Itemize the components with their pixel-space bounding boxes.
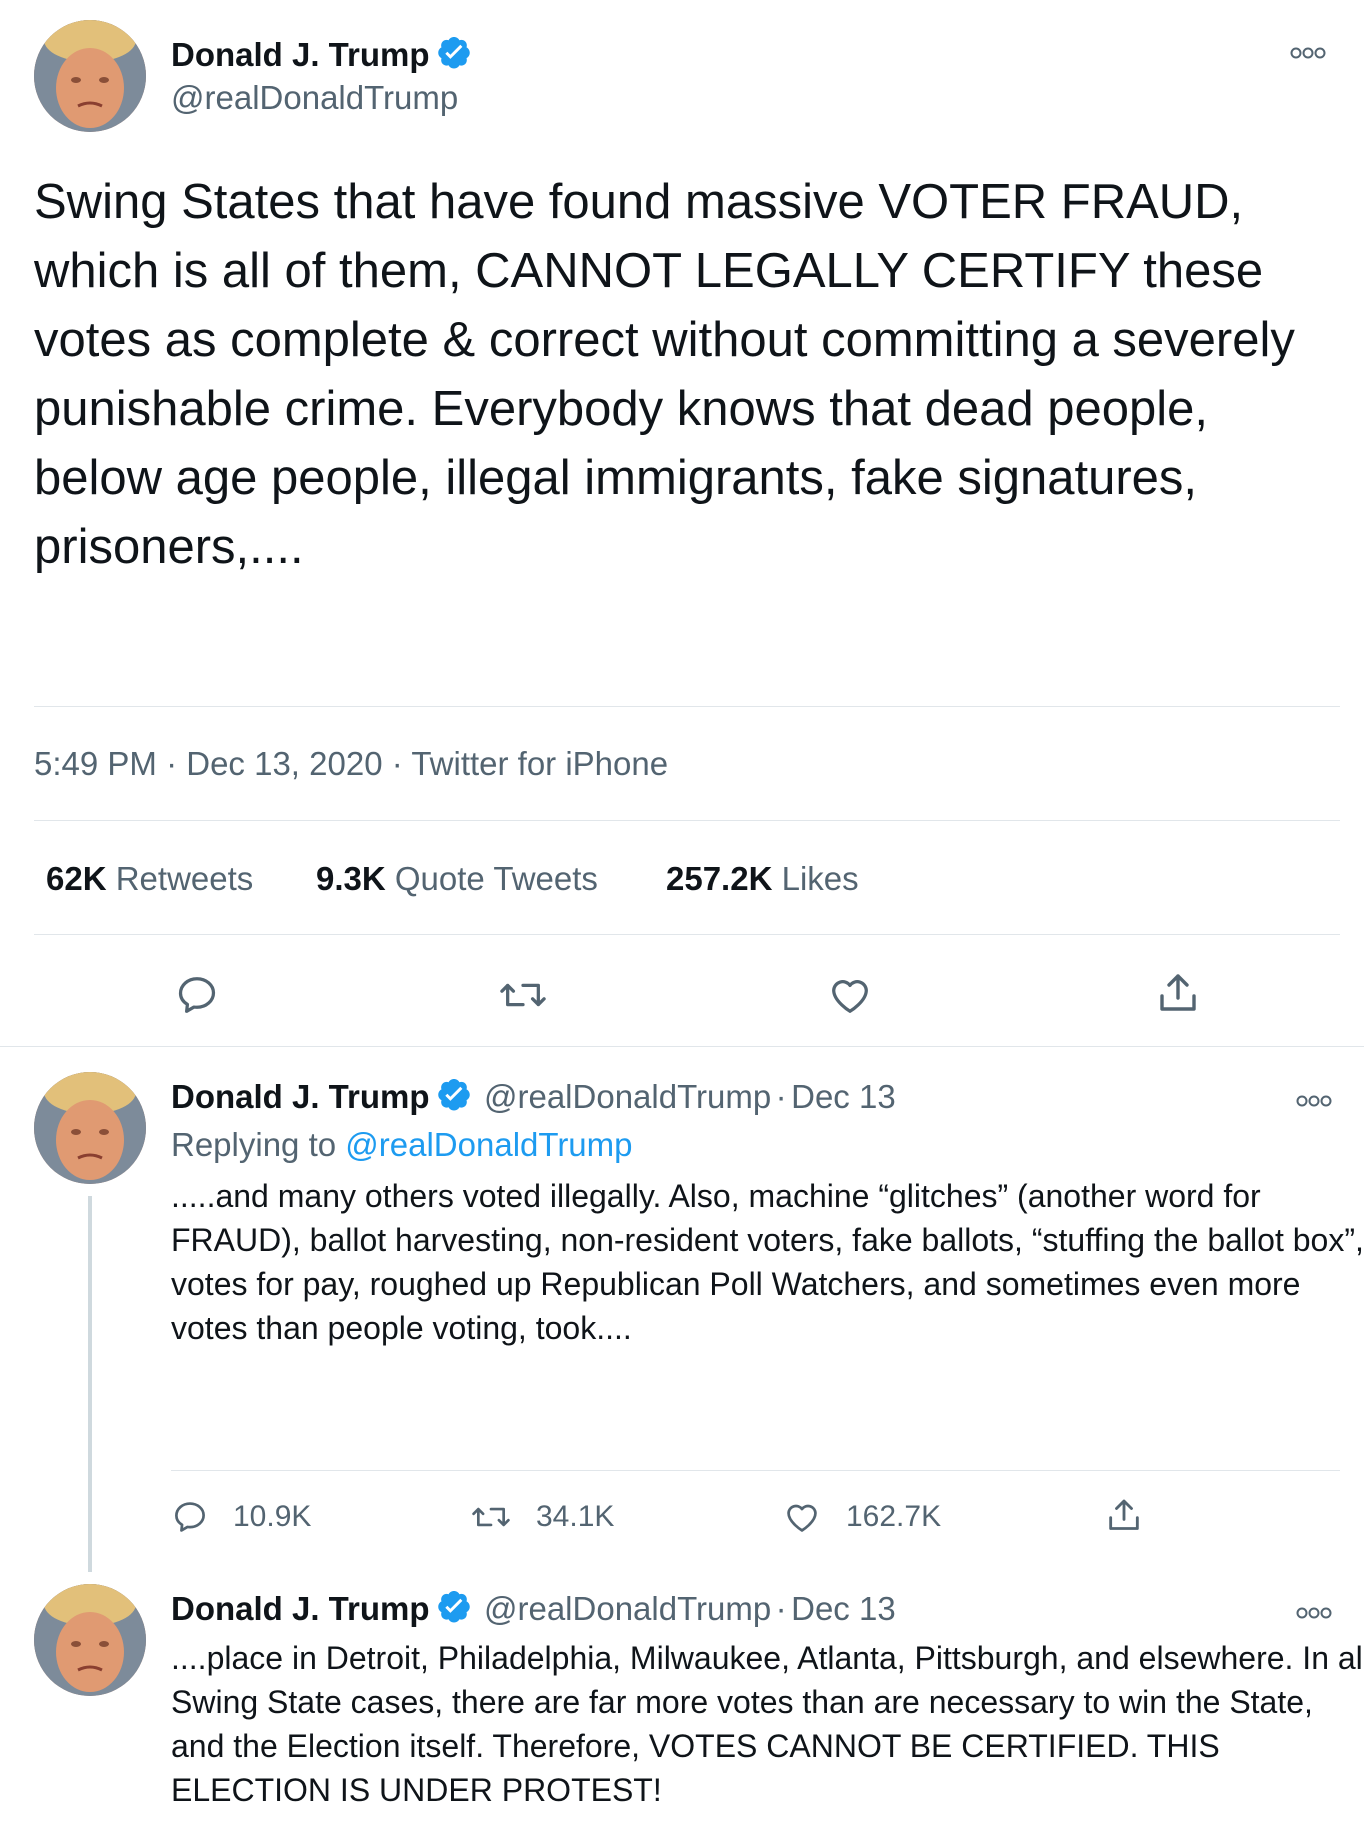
author-name[interactable]: Donald J. Trump — [171, 1078, 430, 1115]
like-count: 162.7K — [846, 1500, 942, 1533]
avatar-image — [34, 1584, 146, 1696]
divider — [0, 1046, 1364, 1047]
verified-badge-icon — [436, 1588, 472, 1629]
retweet-button[interactable]: 34.1K — [470, 1498, 614, 1536]
tweet-metadata: 5:49 PM · Dec 13, 2020 · Twitter for iPh… — [34, 745, 668, 783]
more-icon[interactable] — [1296, 1088, 1332, 1114]
divider — [171, 1470, 1340, 1471]
avatar[interactable] — [34, 1584, 146, 1696]
separator: · — [391, 745, 403, 782]
author-name[interactable]: Donald J. Trump — [171, 34, 472, 78]
tweet-date[interactable]: Dec 13 — [791, 1078, 896, 1115]
likes-count[interactable]: 257.2K Likes — [666, 860, 859, 898]
divider — [34, 934, 1340, 935]
tweet-time[interactable]: 5:49 PM — [34, 745, 157, 782]
quote-tweets-count[interactable]: 9.3K Quote Tweets — [316, 860, 598, 898]
share-button[interactable] — [1154, 970, 1202, 1023]
separator: · — [775, 1078, 787, 1115]
reply-button[interactable] — [174, 972, 220, 1023]
tweet-date[interactable]: Dec 13 — [791, 1590, 896, 1627]
divider — [34, 820, 1340, 821]
like-button[interactable] — [826, 972, 874, 1023]
thread-line — [88, 1196, 92, 1572]
author-handle[interactable]: @realDonaldTrump — [484, 1078, 771, 1115]
replying-to-link[interactable]: @realDonaldTrump — [345, 1126, 632, 1163]
share-button[interactable] — [1104, 1496, 1168, 1536]
share-icon — [1109, 1499, 1139, 1530]
retweets-count[interactable]: 62K Retweets — [46, 860, 253, 898]
retweet-button[interactable] — [498, 972, 548, 1023]
separator: · — [775, 1590, 787, 1627]
tweet-text: ....place in Detroit, Philadelphia, Milw… — [171, 1640, 1364, 1808]
verified-badge-icon — [436, 34, 472, 78]
avatar[interactable] — [34, 1072, 146, 1184]
reply-header: Donald J. Trump @realDonaldTrump · Dec 1… — [171, 1076, 896, 1117]
tweet-text: Swing States that have found massive VOT… — [34, 175, 1295, 574]
replying-to: Replying to @realDonaldTrump — [171, 1126, 633, 1163]
avatar-image — [34, 1072, 146, 1184]
tweet-text: .....and many others voted illegally. Al… — [171, 1178, 1364, 1346]
divider — [34, 706, 1340, 707]
more-icon[interactable] — [1296, 1600, 1332, 1626]
author-handle[interactable]: @realDonaldTrump — [484, 1590, 771, 1627]
tweet-date[interactable]: Dec 13, 2020 — [186, 745, 382, 782]
reply-header: Donald J. Trump @realDonaldTrump · Dec 1… — [171, 1588, 896, 1629]
reply-icon — [178, 977, 216, 1013]
retweet-count: 34.1K — [536, 1500, 615, 1533]
reply-button[interactable]: 10.9K — [171, 1498, 311, 1536]
reply-count: 10.9K — [233, 1500, 312, 1533]
author-handle[interactable]: @realDonaldTrump — [171, 79, 458, 117]
reply-icon — [175, 1502, 205, 1532]
heart-icon — [787, 1504, 817, 1532]
more-icon[interactable] — [1290, 40, 1326, 66]
heart-icon — [832, 980, 868, 1013]
retweet-icon — [472, 1507, 510, 1527]
author-name[interactable]: Donald J. Trump — [171, 1590, 430, 1627]
avatar[interactable] — [34, 20, 146, 132]
tweet-source[interactable]: Twitter for iPhone — [411, 745, 668, 782]
share-icon — [1160, 974, 1196, 1011]
verified-badge-icon — [436, 1076, 472, 1117]
retweet-icon — [500, 983, 546, 1007]
avatar-image — [34, 20, 146, 132]
separator: · — [166, 745, 178, 782]
like-button[interactable]: 162.7K — [782, 1498, 941, 1536]
